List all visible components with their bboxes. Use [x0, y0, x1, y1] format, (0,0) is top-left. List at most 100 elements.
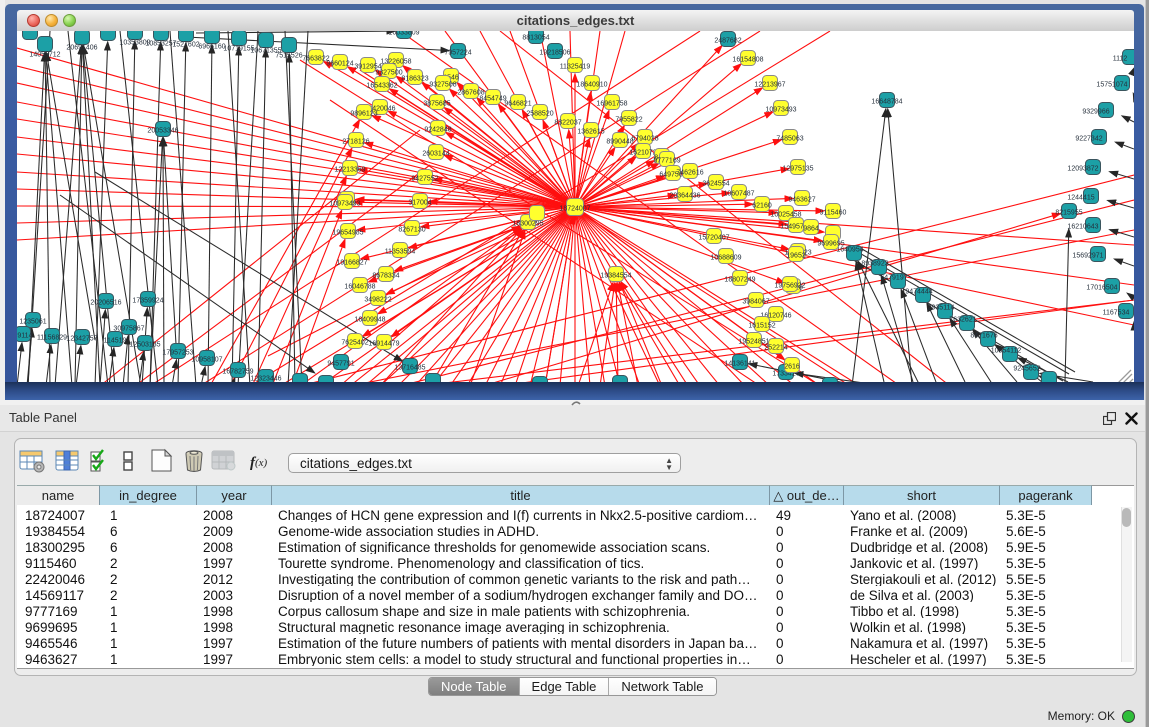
svg-text:6966160: 6966160: [198, 44, 225, 51]
svg-text:6479197: 6479197: [880, 275, 907, 282]
svg-text:16543362: 16543362: [366, 83, 397, 90]
svg-text:1640954: 1640954: [836, 247, 863, 254]
svg-text:7515526: 7515526: [275, 53, 302, 60]
svg-text:16782759: 16782759: [222, 369, 253, 376]
svg-text:9427552: 9427552: [411, 176, 438, 183]
svg-text:8186323: 8186323: [401, 76, 428, 83]
svg-text:15751074: 15751074: [1096, 82, 1127, 89]
svg-text:16154808: 16154808: [732, 57, 763, 64]
svg-text:18724007: 18724007: [559, 206, 590, 213]
svg-text:10654112: 10654112: [991, 348, 1022, 355]
svg-text:3984067: 3984067: [742, 299, 769, 306]
svg-text:16648784: 16648784: [871, 99, 902, 106]
svg-text:12323446: 12323446: [250, 376, 281, 383]
svg-text:20364436: 20364436: [669, 193, 700, 200]
svg-text:16210643: 16210643: [1067, 224, 1098, 231]
svg-text:12503135: 12503135: [129, 342, 160, 349]
svg-text:14136141: 14136141: [724, 361, 755, 368]
svg-text:9463627: 9463627: [788, 197, 815, 204]
svg-text:8813054: 8813054: [522, 35, 549, 42]
svg-text:12213967: 12213967: [754, 82, 785, 89]
svg-text:1167534: 1167534: [1103, 310, 1130, 317]
svg-text:9896123: 9896123: [350, 111, 377, 118]
svg-text:3498222: 3498222: [364, 297, 391, 304]
svg-text:13716485: 13716485: [394, 365, 425, 372]
svg-text:12213369: 12213369: [334, 167, 365, 174]
svg-text:18300295: 18300295: [512, 221, 543, 228]
svg-text:19384554: 19384554: [600, 273, 631, 280]
svg-text:9646821: 9646821: [504, 101, 531, 108]
svg-text:19218506: 19218506: [539, 50, 570, 57]
svg-text:8678334: 8678334: [372, 273, 399, 280]
svg-text:16033809: 16033809: [388, 31, 419, 37]
svg-text:12093872: 12093872: [1067, 166, 1098, 173]
svg-text:18807249: 18807249: [724, 277, 755, 284]
svg-text:20206516: 20206516: [90, 300, 121, 307]
svg-text:12342757: 12342757: [66, 336, 97, 343]
svg-text:9457791: 9457791: [327, 361, 354, 368]
svg-text:18640910: 18640910: [576, 82, 607, 89]
svg-text:10973493: 10973493: [765, 107, 796, 114]
svg-text:7625402: 7625402: [341, 340, 368, 347]
svg-text:3624554: 3624554: [702, 181, 729, 188]
svg-text:16914479: 16914479: [368, 341, 399, 348]
svg-text:8267130: 8267130: [398, 227, 425, 234]
svg-text:1112: 1112: [1113, 56, 1128, 63]
svg-text:9327500: 9327500: [375, 70, 402, 77]
svg-text:9327508: 9327508: [429, 82, 456, 89]
svg-text:9699695: 9699695: [817, 241, 844, 248]
svg-text:11353594: 11353594: [385, 249, 416, 256]
svg-text:9115460: 9115460: [820, 210, 847, 217]
svg-text:15720407: 15720407: [698, 235, 729, 242]
svg-text:17016504: 17016504: [1086, 285, 1117, 292]
svg-text:1527602: 1527602: [172, 42, 199, 49]
svg-text:9242848: 9242848: [424, 127, 451, 134]
svg-text:252214: 252214: [764, 345, 787, 352]
svg-text:(x): (x): [255, 457, 268, 469]
svg-text:17957253: 17957253: [162, 350, 193, 357]
svg-text:16409948: 16409948: [354, 317, 385, 324]
svg-text:9474444: 9474444: [905, 289, 932, 296]
svg-text:1235061: 1235061: [19, 319, 46, 326]
svg-text:2603144: 2603144: [422, 151, 449, 158]
svg-text:1244415: 1244415: [1067, 195, 1094, 202]
svg-text:16046788: 16046788: [344, 284, 375, 291]
svg-text:9660124: 9660124: [326, 61, 353, 68]
svg-text:20053346: 20053346: [147, 128, 178, 135]
svg-text:10958107: 10958107: [191, 357, 222, 364]
svg-text:7957224: 7957224: [444, 50, 471, 57]
svg-text:16961758: 16961758: [596, 101, 627, 108]
svg-text:7485063: 7485063: [776, 136, 803, 143]
svg-text:8215955: 8215955: [1055, 210, 1082, 217]
svg-text:114519: 114519: [104, 338, 127, 345]
svg-text:19756922: 19756922: [774, 283, 805, 290]
svg-text:6794028: 6794028: [631, 136, 658, 143]
svg-text:20691406: 20691406: [66, 45, 97, 52]
svg-text:8990448: 8990448: [606, 139, 633, 146]
svg-text:8938923: 8938923: [861, 261, 888, 268]
svg-text:10973493: 10973493: [329, 201, 360, 208]
svg-text:2487682: 2487682: [714, 38, 741, 45]
svg-text:1621072: 1621072: [629, 150, 656, 157]
svg-text:12975135: 12975135: [782, 166, 813, 173]
svg-text:15692971: 15692971: [1072, 253, 1103, 260]
svg-text:30975867: 30975867: [113, 326, 144, 333]
svg-text:2588520: 2588520: [526, 111, 553, 118]
svg-text:8454749: 8454749: [479, 96, 506, 103]
svg-text:9245652: 9245652: [1013, 366, 1040, 373]
svg-text:1362615: 1362615: [577, 129, 604, 136]
svg-text:10607487: 10607487: [723, 191, 754, 198]
svg-text:39114: 39114: [17, 333, 33, 340]
svg-text:2616: 2616: [784, 364, 800, 371]
svg-text:8322037: 8322037: [554, 120, 581, 127]
svg-text:2935114: 2935114: [928, 305, 955, 312]
svg-text:8471676: 8471676: [970, 333, 997, 340]
svg-text:9864: 9864: [803, 226, 819, 233]
svg-text:14055712: 14055712: [29, 52, 60, 59]
svg-text:19166827: 19166827: [336, 260, 367, 267]
svg-text:2718126: 2718126: [342, 139, 369, 146]
svg-text:11156829: 11156829: [37, 335, 67, 342]
svg-text:11325419: 11325419: [560, 64, 591, 71]
svg-text:19652: 19652: [786, 253, 806, 260]
svg-text:7462616: 7462616: [676, 170, 703, 177]
